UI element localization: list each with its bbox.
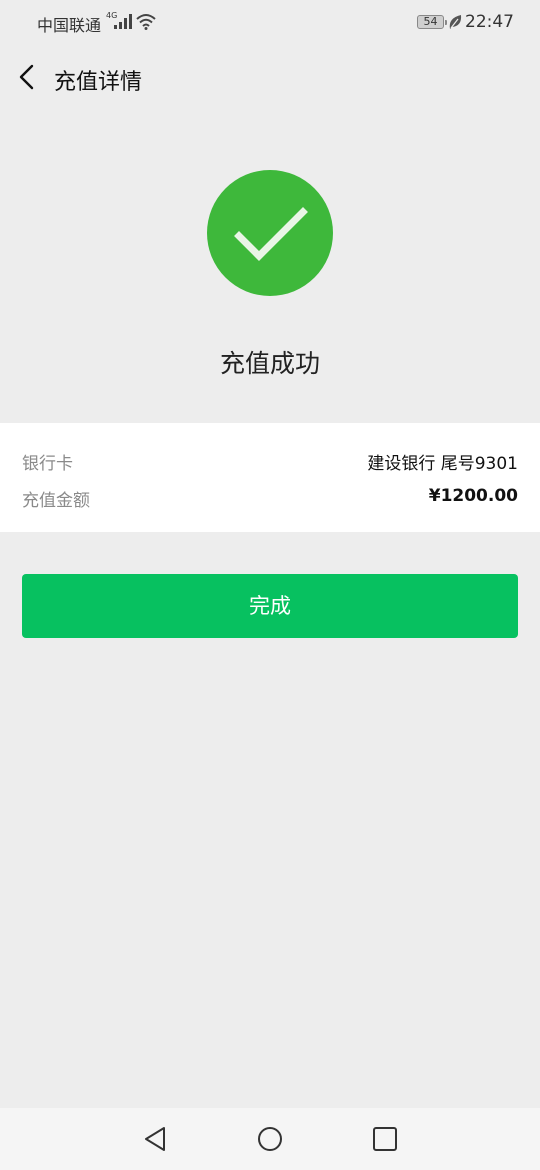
signal-icon — [114, 14, 132, 29]
system-nav-bar — [0, 1108, 540, 1170]
clock: 22:47 — [465, 12, 514, 32]
page-title: 充值详情 — [54, 70, 143, 95]
back-button[interactable] — [12, 60, 42, 94]
recents-square-icon[interactable] — [370, 1124, 400, 1154]
done-button[interactable]: 完成 — [22, 574, 518, 638]
nav-bar: 充值详情 — [0, 46, 540, 108]
wifi-icon — [136, 14, 156, 30]
battery-icon: 54 — [417, 15, 447, 29]
status-bar: 中国联通 4G 54 22:47 — [0, 0, 540, 46]
amount-value: ¥1200.00 — [428, 486, 518, 506]
leaf-icon — [449, 15, 462, 29]
checkmark-icon — [234, 207, 308, 261]
success-title: 充值成功 — [219, 349, 320, 378]
amount-label: 充值金额 — [22, 491, 90, 511]
bank-card-label: 银行卡 — [22, 454, 73, 474]
bank-card-value: 建设银行 尾号9301 — [367, 454, 518, 474]
carrier-name: 中国联通 — [37, 16, 102, 35]
page: 中国联通 4G 54 22:47 充值详情 充值成功 银行卡 建设银行 尾号93… — [0, 0, 540, 1170]
checkmark-circle-icon — [207, 170, 333, 296]
home-circle-icon[interactable] — [255, 1124, 285, 1154]
details-card: 银行卡 建设银行 尾号9301 充值金额 ¥1200.00 — [0, 423, 540, 532]
back-triangle-icon[interactable] — [140, 1124, 170, 1154]
